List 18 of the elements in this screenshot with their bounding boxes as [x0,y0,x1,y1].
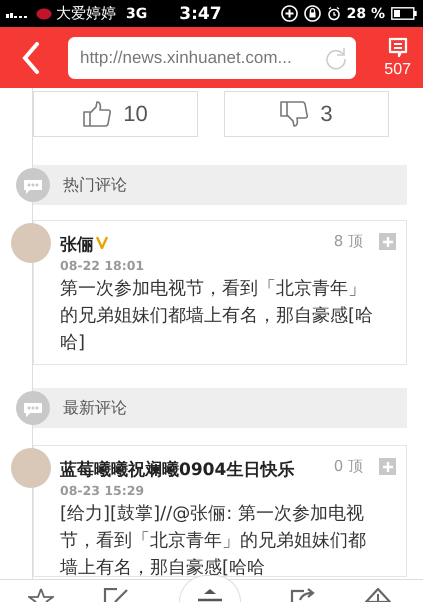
network-type: 3G [126,6,148,22]
like-count: 0 顶 [334,457,363,476]
status-time: 3:47 [179,4,222,24]
like-count: 8 顶 [334,232,363,251]
section-title: 最新评论 [63,398,127,418]
comments-button[interactable]: 507 [384,36,411,78]
section-title: 热门评论 [63,174,127,196]
dislike-button[interactable]: 3 [224,91,389,137]
user-name: 张俪 [60,234,94,256]
comment-text: 第一次参加电视节，看到「北京青年」的兄弟姐妹们都墙上有名，那自豪感[哈哈] [60,277,374,355]
battery-percentage: 28 % [346,6,385,22]
user-name: 蓝莓曦曦祝斓曦0904生日快乐 [60,459,294,481]
comment-text: [给力][鼓掌]//@张俪: 第一次参加电视节，看到「北京青年」的兄弟姐妹们都墙上有名，那自豪感[哈哈 [60,502,367,580]
comment-date: 08-22 18:01 [60,258,146,273]
like-button[interactable]: 10 [33,91,198,137]
comment-date: 08-23 15:29 [60,483,146,498]
carrier-name: 大爱婷婷 [56,4,116,23]
url-field[interactable]: http://news.xinhuanet.com... [68,36,356,78]
